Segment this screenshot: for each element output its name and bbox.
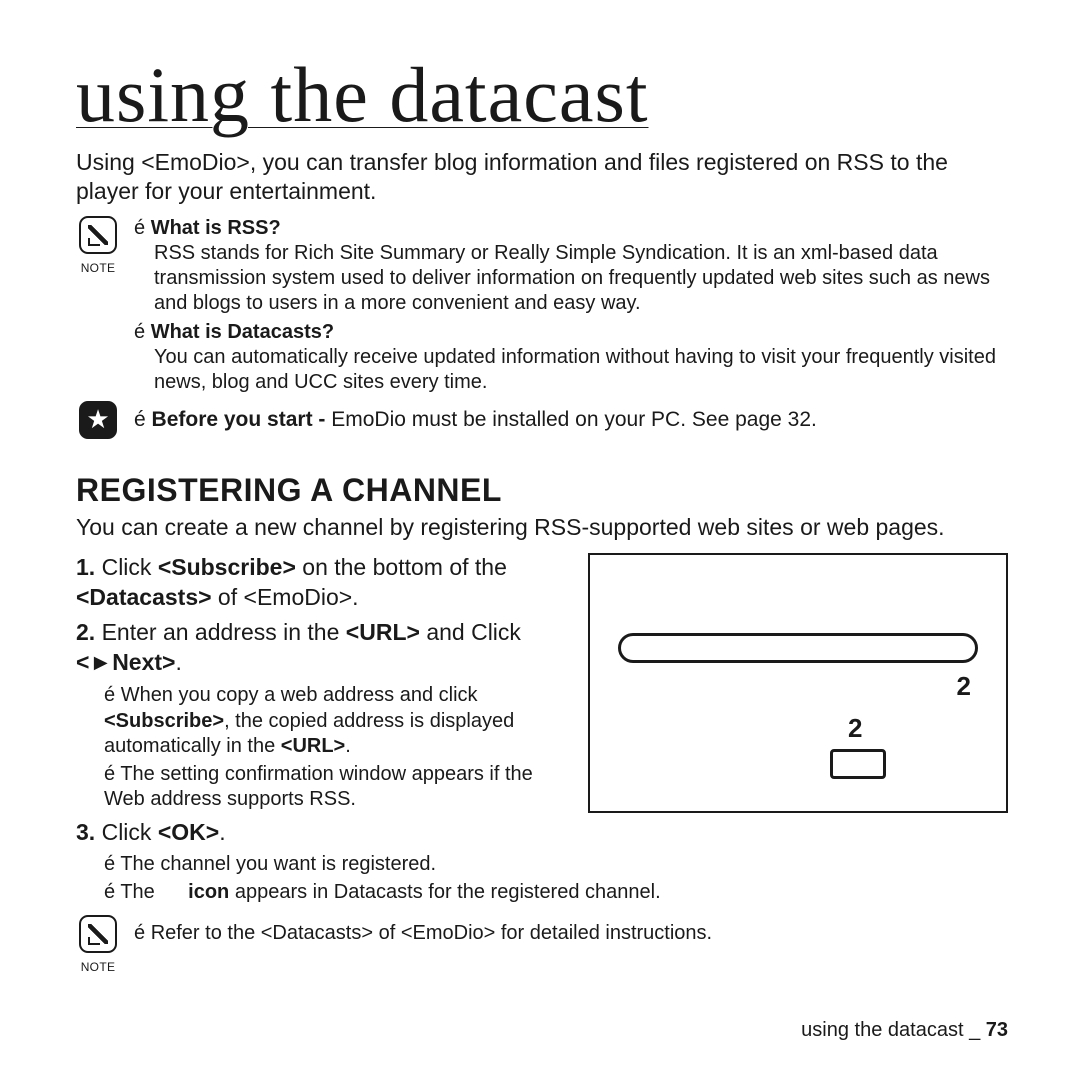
figure-callout-2b: 2 <box>848 713 862 744</box>
step-number: 3. <box>76 819 95 845</box>
before-start-text: EmoDio must be installed on your PC. See… <box>331 408 817 431</box>
bullet-icon: é <box>104 853 115 875</box>
qa2-title: What is Datacasts? <box>151 321 334 343</box>
page-title: using the datacast <box>76 56 1008 134</box>
bullet-icon: é <box>134 321 145 343</box>
end-note-text: Refer to the <Datacasts> of <EmoDio> for… <box>151 922 712 944</box>
qa1-title: What is RSS? <box>151 217 281 239</box>
bullet-icon: é <box>134 922 145 944</box>
bullet-icon: é <box>134 408 146 431</box>
note-icon <box>79 915 117 953</box>
footer-page-number: 73 <box>986 1019 1008 1041</box>
step-3-sub-b: é The icon appears in Datacasts for the … <box>76 880 1008 906</box>
qa1-text: RSS stands for Rich Site Summary or Real… <box>134 241 1008 316</box>
section-heading: REGISTERING A CHANNEL <box>76 472 1008 509</box>
before-start-bold: Before you start - <box>152 408 332 431</box>
bullet-icon: é <box>104 684 115 706</box>
step-1: 1. Click <Subscribe> on the bottom of th… <box>76 553 576 612</box>
step-number: 2. <box>76 619 95 645</box>
step-2-sub-a: é When you copy a web address and click … <box>76 683 576 760</box>
note-icon <box>79 216 117 254</box>
bullet-icon: é <box>104 881 115 903</box>
page-footer: using the datacast _ 73 <box>801 1019 1008 1042</box>
bullet-icon: é <box>104 763 115 785</box>
figure-illustration: 2 2 <box>588 553 1008 813</box>
step-3-sub-a: é The channel you want is registered. <box>76 852 1008 878</box>
star-icon <box>79 401 117 439</box>
step-3: 3. Click <OK>. <box>76 819 1008 846</box>
footer-section: using the datacast _ <box>801 1019 986 1041</box>
intro-text: Using <EmoDio>, you can transfer blog in… <box>76 148 1008 206</box>
bullet-icon: é <box>134 217 145 239</box>
step-2: 2. Enter an address in the <URL> and Cli… <box>76 618 576 677</box>
figure-url-bar <box>618 633 978 663</box>
step-number: 1. <box>76 554 95 580</box>
figure-next-button <box>830 749 886 779</box>
note-label: NOTE <box>76 960 120 974</box>
qa2-text: You can automatically receive updated in… <box>134 345 1008 395</box>
section-intro: You can create a new channel by register… <box>76 513 1008 542</box>
figure-callout-2a: 2 <box>957 671 971 702</box>
step-2-sub-b: é The setting confirmation window appear… <box>76 762 576 813</box>
note-label: NOTE <box>76 261 120 275</box>
